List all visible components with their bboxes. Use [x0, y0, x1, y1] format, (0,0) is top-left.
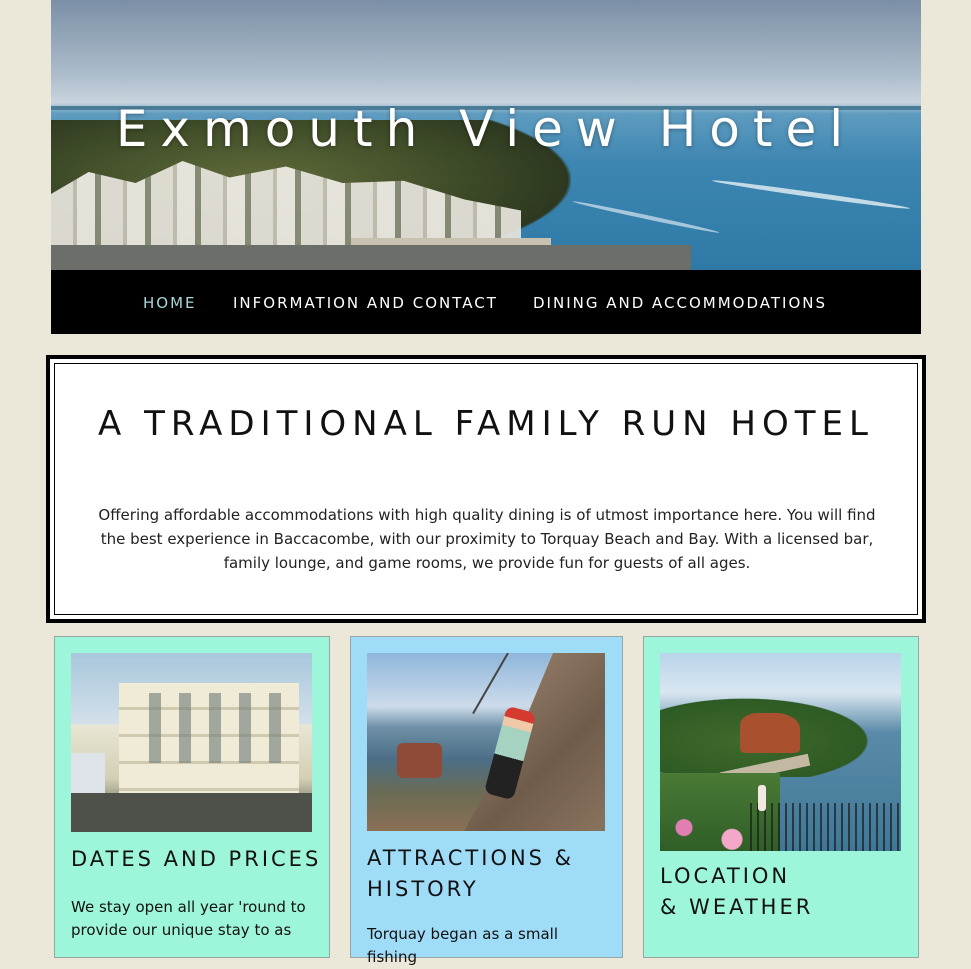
site-title[interactable]: Exmouth View Hotel	[51, 100, 921, 158]
hotel-building-image	[71, 653, 312, 832]
intro-section: A TRADITIONAL FAMILY RUN HOTEL Offering …	[46, 355, 926, 623]
intro-paragraph: Offering affordable accommodations with …	[98, 506, 876, 572]
card-title-line: & WEATHER	[660, 895, 814, 919]
hotel-windows	[131, 693, 281, 763]
hero-harbour	[51, 245, 691, 270]
hero-boat-wake	[711, 178, 911, 211]
rock-face	[463, 653, 605, 831]
nav-information-and-contact[interactable]: INFORMATION AND CONTACT	[233, 294, 498, 312]
card-title-line: ATTRACTIONS &	[367, 846, 575, 870]
intro-inner-border: A TRADITIONAL FAMILY RUN HOTEL Offering …	[54, 363, 918, 615]
boulder	[397, 743, 442, 778]
card-attractions-and-history: ATTRACTIONS & HISTORY Torquay began as a…	[350, 636, 623, 966]
hero-boat-wake	[572, 199, 720, 235]
coastline-image	[660, 653, 901, 851]
card-title[interactable]: DATES AND PRICES	[71, 844, 321, 875]
card-title[interactable]: LOCATION & WEATHER	[660, 861, 813, 923]
rock-climber-image	[367, 653, 605, 831]
person	[758, 785, 766, 811]
card-title-line: LOCATION	[660, 864, 791, 888]
hero-banner: Exmouth View Hotel	[51, 0, 921, 270]
card-text: We stay open all year 'round to provide …	[71, 898, 306, 939]
railing	[750, 803, 901, 851]
intro-heading: A TRADITIONAL FAMILY RUN HOTEL	[98, 404, 874, 444]
climbing-rope	[472, 653, 509, 715]
card-text: Torquay began as a small fishing	[367, 925, 558, 966]
card-title-line: HISTORY	[367, 877, 479, 901]
stone-wall	[71, 793, 312, 832]
card-location-and-weather: LOCATION & WEATHER	[643, 636, 919, 958]
nav-home[interactable]: HOME	[143, 294, 197, 312]
card-dates-and-prices: DATES AND PRICES We stay open all year '…	[54, 636, 330, 958]
main-navigation: HOME INFORMATION AND CONTACT DINING AND …	[51, 270, 921, 334]
nav-dining-and-accommodations[interactable]: DINING AND ACCOMMODATIONS	[533, 294, 827, 312]
red-cliff	[740, 713, 800, 753]
card-title[interactable]: ATTRACTIONS & HISTORY	[367, 843, 574, 905]
